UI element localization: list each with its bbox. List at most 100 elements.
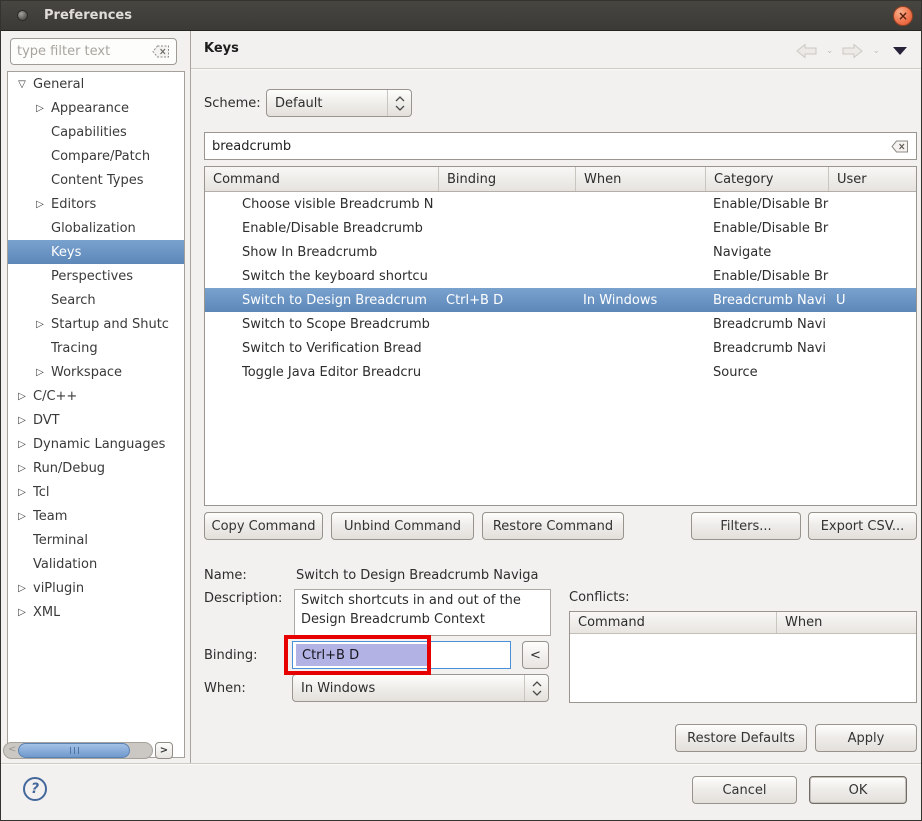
tree-item-capabilities[interactable]: Capabilities [8,120,184,144]
chevron-collapsed-icon[interactable]: ▷ [14,415,30,426]
table-row[interactable]: Toggle Java Editor BreadcruSource [205,360,916,384]
clear-filter-icon[interactable] [152,45,170,58]
tree-item-dvt[interactable]: ▷DVT [8,408,184,432]
tree-item-startup-and-shutc[interactable]: ▷Startup and Shutc [8,312,184,336]
window-menu-icon[interactable] [17,10,28,21]
back-menu-chevron-icon[interactable]: ⌄ [826,46,834,56]
tree-item-label: Terminal [33,533,88,548]
tree-item-compare-patch[interactable]: Compare/Patch [8,144,184,168]
restore-command-button[interactable]: Restore Command [482,512,624,540]
tree-item-globalization[interactable]: Globalization [8,216,184,240]
chevron-expanded-icon[interactable]: ▽ [14,79,30,90]
command-filter-input[interactable]: breadcrumb [204,132,917,160]
chevron-collapsed-icon[interactable]: ▷ [14,463,30,474]
chevron-collapsed-icon[interactable]: ▷ [32,199,48,210]
restore-defaults-button[interactable]: Restore Defaults [675,724,807,752]
name-value: Switch to Design Breadcrumb Naviga [296,568,552,583]
cell-user: U [829,288,916,312]
table-row[interactable]: Enable/Disable BreadcrumbEnable/Disable … [205,216,916,240]
chevron-collapsed-icon[interactable]: ▷ [14,391,30,402]
export-csv-button[interactable]: Export CSV... [808,512,917,540]
column-header-category[interactable]: Category [706,167,829,191]
cancel-button[interactable]: Cancel [692,776,797,804]
backspace-key-button[interactable]: < [522,641,549,669]
tree-item-tcl[interactable]: ▷Tcl [8,480,184,504]
table-row[interactable]: Show In BreadcrumbNavigate [205,240,916,264]
tree-item-team[interactable]: ▷Team [8,504,184,528]
tree-item-perspectives[interactable]: Perspectives [8,264,184,288]
tree-item-label: Capabilities [51,125,127,140]
table-row-selected[interactable]: Switch to Design BreadcrumCtrl+B DIn Win… [205,288,916,312]
tree-item-workspace[interactable]: ▷Workspace [8,360,184,384]
tree-item-editors[interactable]: ▷Editors [8,192,184,216]
tree-item-label: Editors [51,197,96,212]
chevron-collapsed-icon[interactable]: ▷ [14,511,30,522]
binding-input[interactable]: Ctrl+B D [292,641,511,669]
tree-item-terminal[interactable]: Terminal [8,528,184,552]
chevron-collapsed-icon[interactable]: ▷ [32,103,48,114]
cell-when [576,216,706,240]
apply-button[interactable]: Apply [815,724,917,752]
tree-item-label: C/C++ [33,389,77,404]
clear-search-icon[interactable] [891,140,909,153]
tree-item-validation[interactable]: Validation [8,552,184,576]
tree-item-keys[interactable]: Keys [8,240,184,264]
column-header-binding[interactable]: Binding [439,167,576,191]
tree-item-c-c[interactable]: ▷C/C++ [8,384,184,408]
forward-menu-chevron-icon[interactable]: ⌄ [872,46,880,56]
table-row[interactable]: Switch to Verification BreadBreadcrumb N… [205,336,916,360]
filter-input[interactable]: type filter text [10,38,177,65]
chevron-collapsed-icon[interactable]: ▷ [14,583,30,594]
ok-button[interactable]: OK [809,776,907,804]
close-button[interactable]: × [893,6,913,26]
chevron-collapsed-icon[interactable]: ▷ [32,319,48,330]
chevron-collapsed-icon[interactable]: ▷ [14,487,30,498]
chevron-collapsed-icon[interactable]: ▷ [14,439,30,450]
tree-item-tracing[interactable]: Tracing [8,336,184,360]
chevron-collapsed-icon[interactable]: ▷ [32,367,48,378]
cell-user [829,264,916,288]
view-menu-icon[interactable] [893,47,907,55]
spinner-icon [524,675,548,701]
tree-item-label: Run/Debug [33,461,105,476]
scrollbar-thumb[interactable] [18,743,130,758]
cell-category: Source [706,360,829,384]
filter-placeholder: type filter text [17,44,152,59]
tree-item-xml[interactable]: ▷XML [8,600,184,624]
back-arrow-icon[interactable] [796,43,817,59]
column-header-when[interactable]: When [576,167,706,191]
filters-button[interactable]: Filters... [691,512,801,540]
unbind-command-button[interactable]: Unbind Command [331,512,474,540]
table-row[interactable]: Switch the keyboard shortcuEnable/Disabl… [205,264,916,288]
cell-when [576,312,706,336]
tree-item-dynamic-languages[interactable]: ▷Dynamic Languages [8,432,184,456]
description-box: Switch shortcuts in and out of the Desig… [294,589,551,636]
tree-item-content-types[interactable]: Content Types [8,168,184,192]
tree-item-viplugin[interactable]: ▷viPlugin [8,576,184,600]
when-select[interactable]: In Windows [292,674,549,702]
scroll-right-button[interactable]: > [155,742,173,759]
tree-horizontal-scrollbar[interactable]: < > [3,742,173,759]
conflicts-column-header-when[interactable]: When [777,612,916,633]
chevron-collapsed-icon[interactable]: ▷ [14,607,30,618]
scheme-value: Default [267,96,387,111]
forward-arrow-icon[interactable] [842,43,863,59]
title-bar[interactable]: Preferences × [1,1,922,31]
cell-category: Breadcrumb Navi [706,288,829,312]
tree-item-search[interactable]: Search [8,288,184,312]
column-header-command[interactable]: Command [205,167,439,191]
conflicts-column-header-command[interactable]: Command [570,612,777,633]
help-button[interactable]: ? [23,777,47,801]
tree-item-appearance[interactable]: ▷Appearance [8,96,184,120]
tree-item-run-debug[interactable]: ▷Run/Debug [8,456,184,480]
tree-item-general[interactable]: ▽General [8,72,184,96]
binding-value: Ctrl+B D [296,644,427,666]
table-row[interactable]: Switch to Scope BreadcrumbBreadcrumb Nav… [205,312,916,336]
scroll-left-icon[interactable]: < [8,744,16,755]
scrollbar-track[interactable]: < [3,742,153,759]
column-header-user[interactable]: User [829,167,916,191]
scheme-select[interactable]: Default [266,89,412,117]
copy-command-button[interactable]: Copy Command [204,512,323,540]
preferences-dialog: Preferences × type filter text ▽General▷… [0,0,922,821]
table-row[interactable]: Choose visible Breadcrumb NEnable/Disabl… [205,192,916,216]
